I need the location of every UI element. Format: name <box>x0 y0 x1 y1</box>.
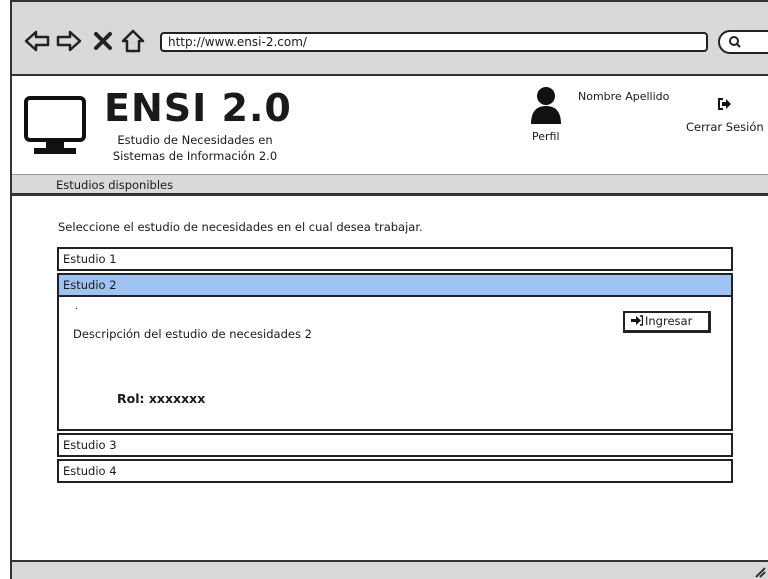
detail-marker: . <box>75 301 79 312</box>
close-icon[interactable] <box>90 28 116 54</box>
user-name: Nombre Apellido <box>578 90 670 103</box>
study-description: Descripción del estudio de necesidades 2 <box>73 327 312 341</box>
enter-button-label: Ingresar <box>645 314 693 328</box>
resize-grip-icon[interactable] <box>750 562 766 578</box>
user-icon[interactable] <box>530 86 562 126</box>
home-icon[interactable] <box>120 28 146 54</box>
url-bar[interactable]: http://www.ensi-2.com/ <box>160 32 708 52</box>
study-role: Rol: xxxxxxx <box>117 391 206 406</box>
back-icon[interactable] <box>24 28 50 54</box>
profile-link[interactable]: Perfil <box>532 130 560 143</box>
enter-icon <box>631 315 644 326</box>
browser-toolbar: http://www.ensi-2.com/ <box>10 0 768 76</box>
logout-icon[interactable] <box>716 96 732 112</box>
app-subtitle-line1: Estudio de Necesidades en <box>117 133 273 147</box>
logout-link[interactable]: Cerrar Sesión <box>686 120 764 134</box>
browser-search-field[interactable] <box>718 30 768 54</box>
section-bar: Estudios disponibles <box>12 174 768 196</box>
forward-icon[interactable] <box>56 28 82 54</box>
enter-button[interactable]: Ingresar <box>623 311 711 333</box>
status-bar <box>12 560 768 579</box>
study-item-1[interactable]: Estudio 1 <box>57 247 733 271</box>
studies-accordion: Estudio 1 Estudio 2 . Descripción del es… <box>57 247 733 485</box>
app-subtitle-line2: Sistemas de Información 2.0 <box>112 149 278 163</box>
study-item-2[interactable]: Estudio 2 <box>57 273 733 297</box>
app-subtitle: Estudio de Necesidades en Sistemas de In… <box>100 132 290 164</box>
study-item-3[interactable]: Estudio 3 <box>57 433 733 457</box>
app-title: ENSI 2.0 <box>104 86 292 130</box>
search-icon <box>729 36 741 48</box>
monitor-icon <box>24 96 86 154</box>
instructions-text: Seleccione el estudio de necesidades en … <box>58 220 423 234</box>
study-2-details: . Descripción del estudio de necesidades… <box>57 297 733 431</box>
app-header: ENSI 2.0 Estudio de Necesidades en Siste… <box>12 76 768 174</box>
section-title: Estudios disponibles <box>56 178 174 192</box>
study-item-4[interactable]: Estudio 4 <box>57 459 733 483</box>
